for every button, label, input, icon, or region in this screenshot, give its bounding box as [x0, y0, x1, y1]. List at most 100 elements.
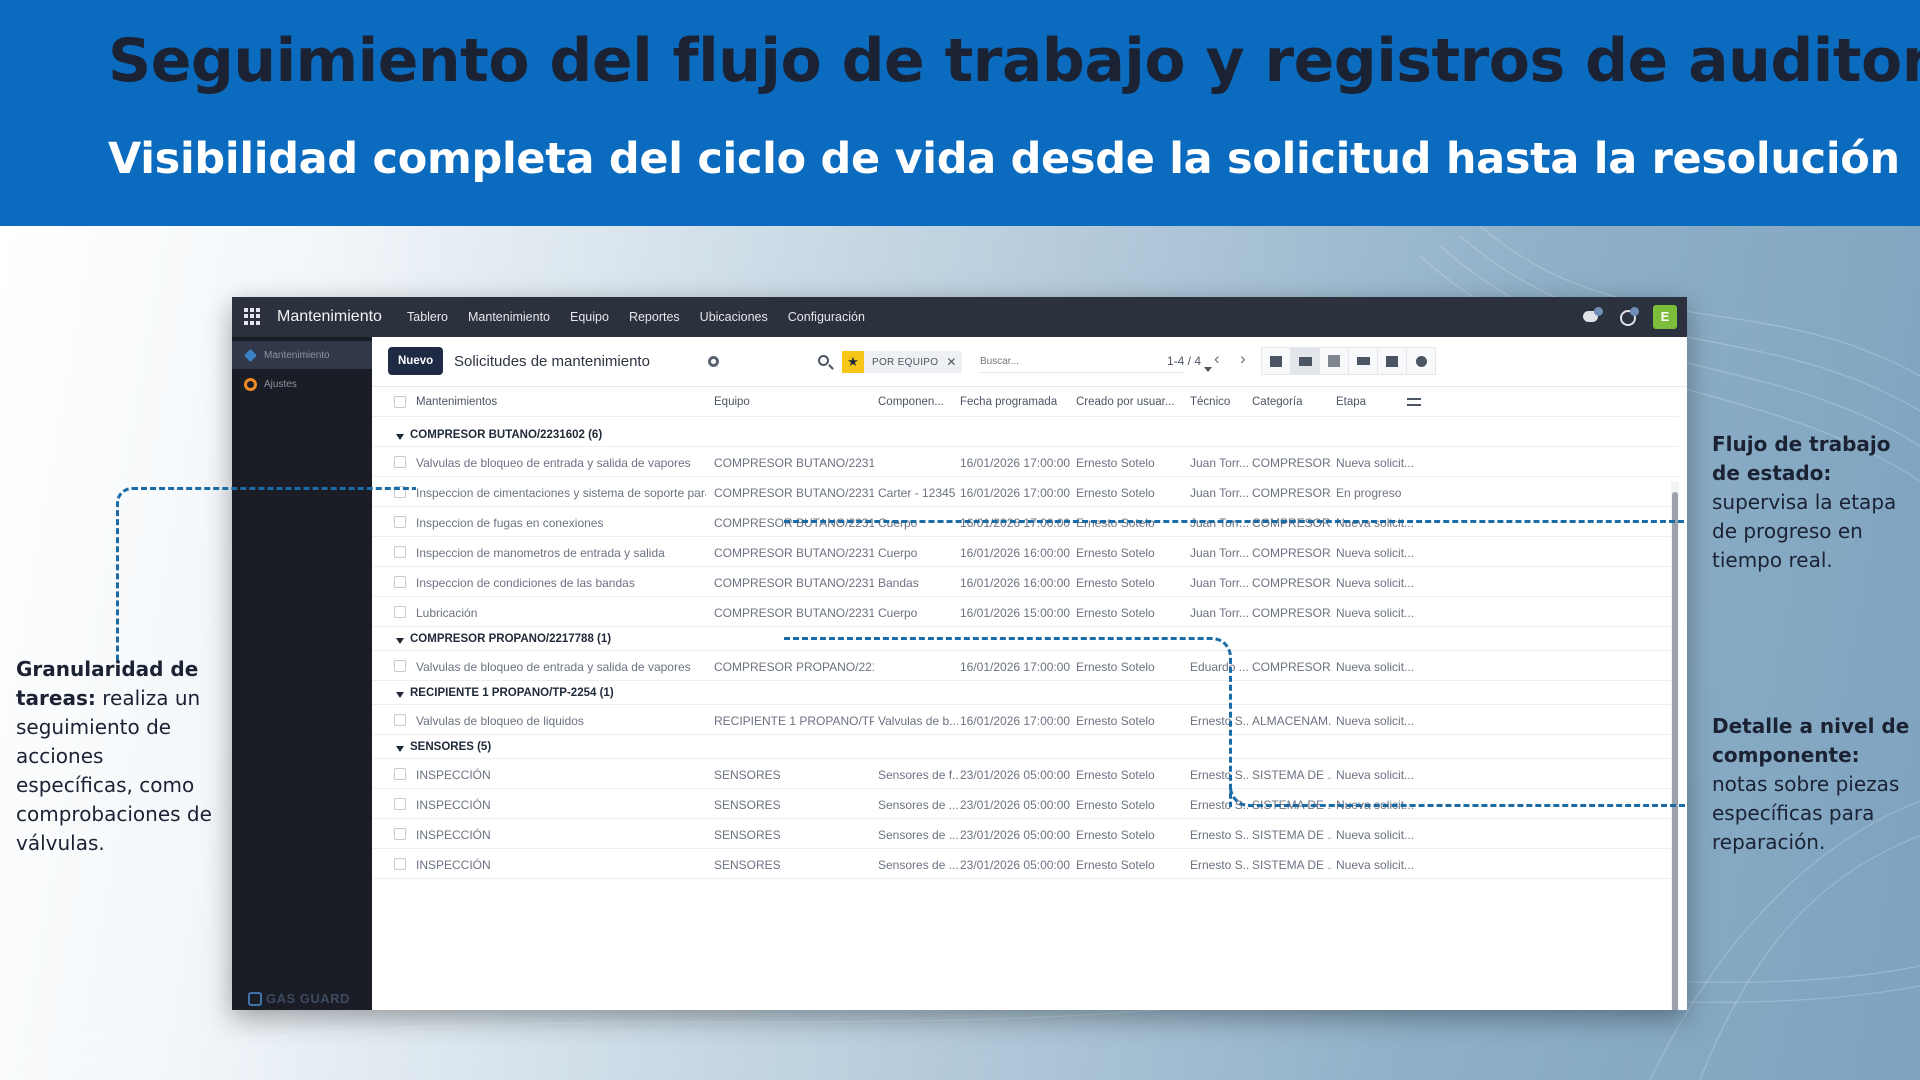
column-header[interactable]: Categoría — [1252, 396, 1303, 408]
menu-item-equipo[interactable]: Equipo — [570, 310, 609, 324]
annotation-component-detail: Detalle a nivel de componente: notas sob… — [1712, 714, 1910, 854]
gear-icon[interactable] — [708, 356, 719, 367]
table-cell: SISTEMA DE ... — [1252, 828, 1332, 842]
table-row[interactable]: INSPECCIÓN SENSORES Sensores de ... 23/01/2… — [372, 819, 1679, 849]
search-bar: ★ POR EQUIPO ✕ — [812, 349, 1212, 375]
column-header[interactable]: Técnico — [1190, 396, 1230, 408]
table-cell: Ernesto Sotelo — [1076, 516, 1155, 530]
table-cell: Carter - 12345 — [878, 486, 956, 500]
table-header: Mantenimientos Equipo Componen... Fecha … — [372, 387, 1679, 417]
column-header[interactable]: Fecha programada — [960, 396, 1057, 408]
optional-columns-icon[interactable] — [1407, 396, 1421, 408]
next-page-icon[interactable]: › — [1240, 349, 1246, 369]
menu-item-tablero[interactable]: Tablero — [407, 310, 448, 324]
list-view-icon[interactable] — [1290, 347, 1320, 375]
table-cell: Nueva solicit... — [1336, 828, 1415, 842]
chat-icon[interactable] — [1581, 307, 1603, 327]
pivot-view-icon[interactable] — [1319, 347, 1349, 375]
graph-view-icon[interactable] — [1348, 347, 1378, 375]
menu-item-reportes[interactable]: Reportes — [629, 310, 680, 324]
table-cell: Cuerpo — [878, 546, 918, 560]
table-row[interactable]: Lubricación COMPRESOR BUTANO/22316... Cuer… — [372, 597, 1679, 627]
app-name[interactable]: Mantenimiento — [277, 308, 382, 326]
pager-value[interactable]: 1-4 / 4 — [1167, 354, 1201, 368]
row-checkbox[interactable] — [394, 858, 406, 870]
calendar-view-icon[interactable] — [1377, 347, 1407, 375]
table-row[interactable]: Inspeccion de manometros de entrada y sa… — [372, 537, 1679, 567]
menu-item-mantenimiento[interactable]: Mantenimiento — [468, 310, 550, 324]
new-button[interactable]: Nuevo — [388, 347, 444, 375]
table-cell: 16/01/2026 15:00:00 — [960, 606, 1071, 620]
table-cell: Nueva solicit... — [1336, 714, 1415, 728]
table-cell: Nueva solicit... — [1336, 546, 1415, 560]
search-dropdown-toggle[interactable] — [1204, 367, 1212, 372]
table-cell: COMPRESOR... — [1252, 456, 1332, 470]
table-cell: Juan Torr... — [1190, 546, 1248, 560]
column-header[interactable]: Equipo — [714, 396, 750, 408]
row-checkbox[interactable] — [394, 768, 406, 780]
row-checkbox[interactable] — [394, 828, 406, 840]
table-cell: COMPRESOR... — [1252, 660, 1332, 674]
table-cell: Valvulas de bloqueo de entrada y salida … — [416, 456, 691, 470]
table-cell: 16/01/2026 17:00:00 — [960, 456, 1071, 470]
table-cell: COMPRESOR BUTANO/22316... — [714, 606, 874, 620]
row-checkbox[interactable] — [394, 714, 406, 726]
apps-grid-icon[interactable] — [244, 308, 261, 325]
scrollbar[interactable] — [1671, 482, 1679, 1010]
search-facet: ★ POR EQUIPO ✕ — [842, 351, 963, 373]
sidebar-item-ajustes[interactable]: Ajustes — [232, 370, 372, 398]
table-cell: 16/01/2026 17:00:00 — [960, 486, 1071, 500]
column-header[interactable]: Creado por usuar... — [1076, 396, 1174, 408]
kanban-view-icon[interactable] — [1261, 347, 1291, 375]
table-row[interactable]: Inspeccion de condiciones de las bandas C… — [372, 567, 1679, 597]
table-cell: Lubricación — [416, 606, 478, 620]
caret-down-icon — [396, 746, 404, 752]
user-avatar[interactable]: E — [1653, 305, 1677, 329]
table-row[interactable]: INSPECCIÓN SENSORES Sensores de ... 23/01/2… — [372, 849, 1679, 879]
caret-down-icon — [396, 692, 404, 698]
search-input[interactable] — [980, 351, 1185, 373]
table-row[interactable]: Valvulas de bloqueo de entrada y salida … — [372, 447, 1679, 477]
column-header[interactable]: Mantenimientos — [416, 396, 497, 408]
table-cell: COMPRESOR BUTANO/22316... — [714, 486, 874, 500]
table-cell: Nueva solicit... — [1336, 660, 1415, 674]
control-panel: Nuevo Solicitudes de mantenimiento ★ POR… — [372, 337, 1687, 387]
table-cell: ALMACENAM... — [1252, 714, 1332, 728]
breadcrumb-title: Solicitudes de mantenimiento — [454, 353, 650, 370]
row-checkbox[interactable] — [394, 798, 406, 810]
row-checkbox[interactable] — [394, 456, 406, 468]
settings-icon — [244, 377, 257, 391]
group-row[interactable]: COMPRESOR BUTANO/2231602 (6) — [372, 423, 1679, 447]
header-banner: Seguimiento del flujo de trabajo y regis… — [0, 0, 1920, 226]
table-cell: Valvulas de bloqueo de entrada y salida … — [416, 660, 691, 674]
search-icon[interactable] — [818, 355, 829, 366]
table-cell: Bandas — [878, 576, 919, 590]
connector-right-top — [784, 520, 1684, 523]
activity-clock-icon[interactable] — [1617, 307, 1639, 327]
table-cell: Ernesto S... — [1190, 858, 1248, 872]
previous-page-icon[interactable]: ‹ — [1214, 349, 1220, 369]
activity-view-icon[interactable] — [1406, 347, 1436, 375]
slide-title: Seguimiento del flujo de trabajo y regis… — [108, 26, 1920, 96]
table-cell: Ernesto Sotelo — [1076, 576, 1155, 590]
table-cell: Ernesto Sotelo — [1076, 546, 1155, 560]
menu-item-ubicaciones[interactable]: Ubicaciones — [700, 310, 768, 324]
menu-item-configuracion[interactable]: Configuración — [788, 310, 865, 324]
table-cell: Juan Torr... — [1190, 516, 1248, 530]
caret-down-icon — [396, 434, 404, 440]
select-all-checkbox[interactable] — [394, 396, 406, 408]
connector-right-bottom-lower — [1229, 785, 1685, 807]
table-cell: Nueva solicit... — [1336, 576, 1415, 590]
table-cell: Inspeccion de condiciones de las bandas — [416, 576, 635, 590]
scrollbar-thumb[interactable] — [1672, 492, 1678, 1010]
table-cell: Sensores de ... — [878, 858, 958, 872]
table-cell: INSPECCIÓN — [416, 768, 491, 782]
column-header[interactable]: Etapa — [1336, 396, 1366, 408]
remove-facet-icon[interactable]: ✕ — [946, 355, 962, 369]
table-cell: COMPRESOR... — [1252, 486, 1332, 500]
sidebar-item-mantenimiento[interactable]: Mantenimiento — [232, 341, 372, 369]
column-header[interactable]: Componen... — [878, 396, 944, 408]
connector-left — [116, 487, 416, 662]
table-row[interactable]: Inspeccion de cimentaciones y sistema de… — [372, 477, 1679, 507]
table-cell: INSPECCIÓN — [416, 828, 491, 842]
